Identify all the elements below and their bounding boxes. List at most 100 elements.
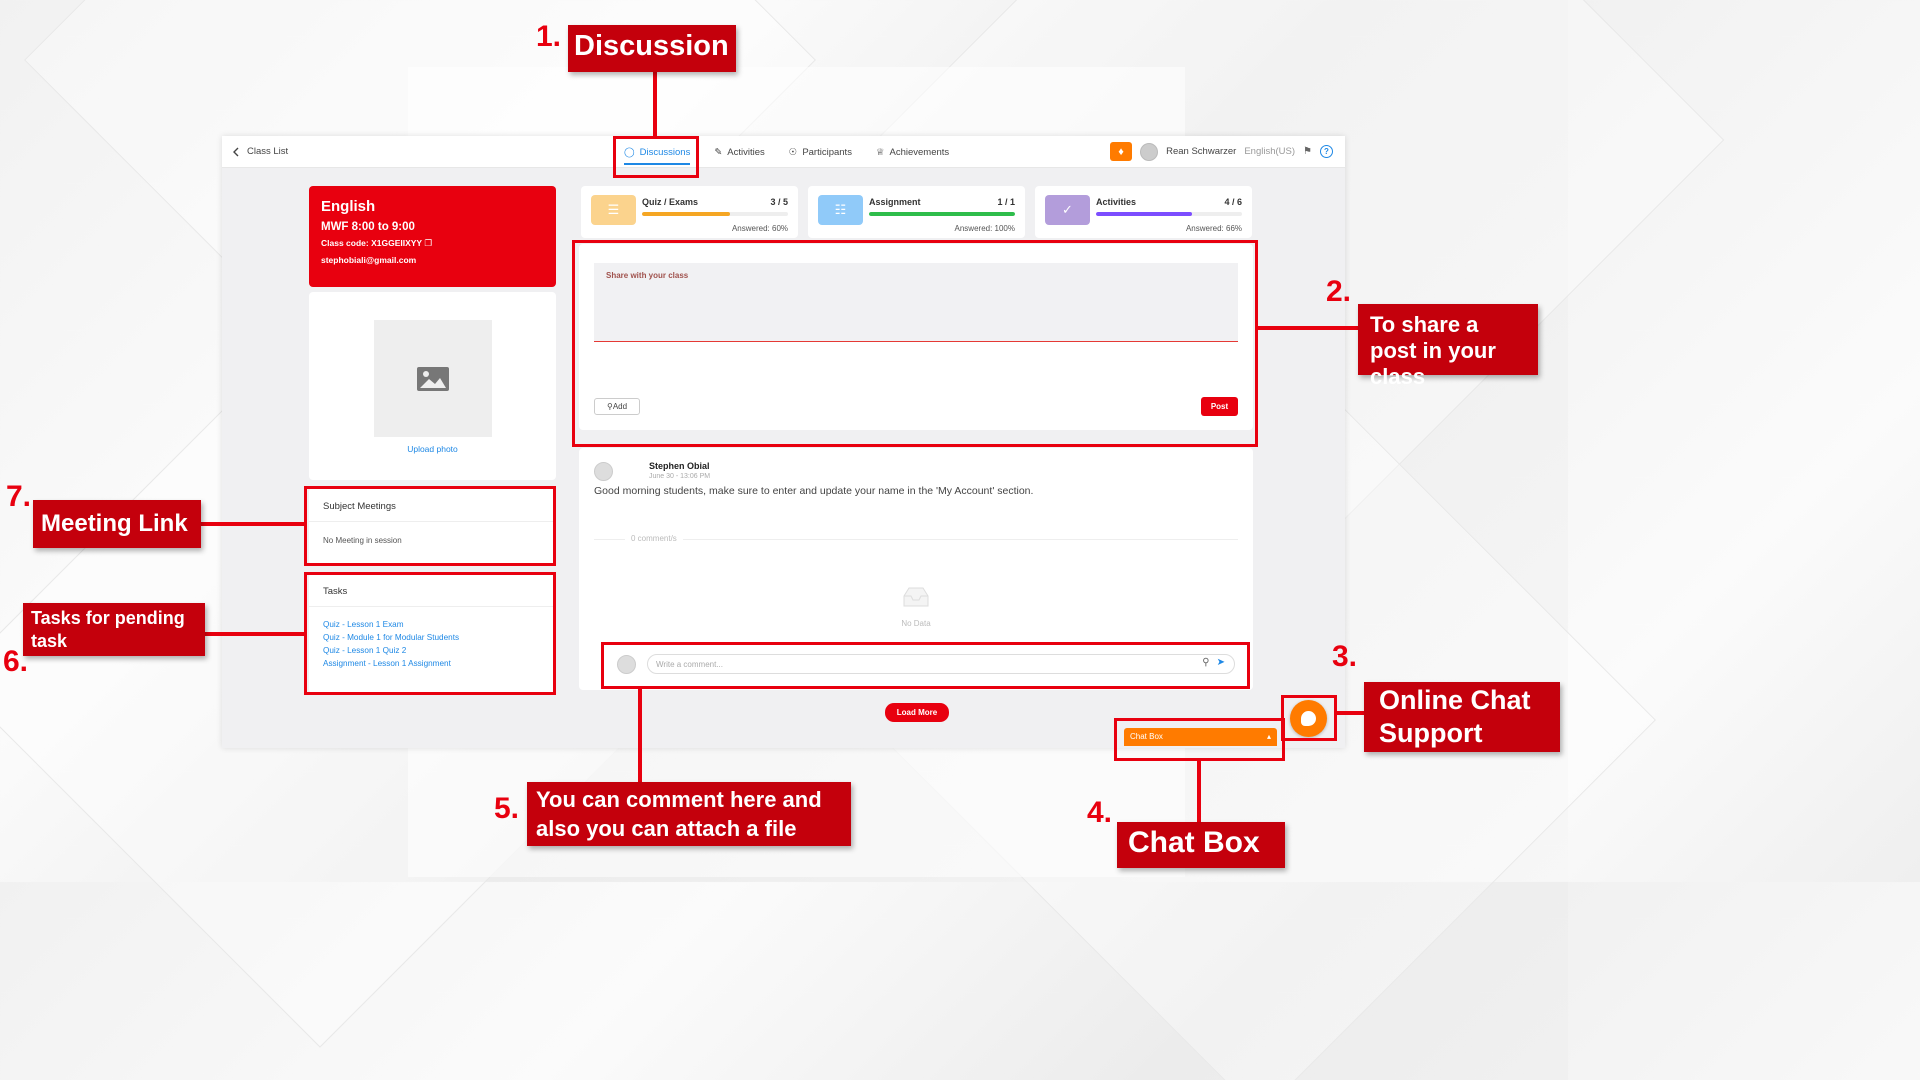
divider	[594, 539, 1238, 540]
author-avatar	[594, 462, 613, 481]
task-link[interactable]: Quiz - Lesson 1 Exam	[323, 620, 542, 629]
add-label: Add	[612, 402, 628, 411]
online-chat-support-button[interactable]	[1290, 700, 1327, 737]
stat-card-activities[interactable]: ✓ Activities 4 / 6 Answered: 66%	[1035, 186, 1252, 238]
load-more-button[interactable]: Load More	[885, 703, 949, 722]
connector-line	[1256, 326, 1358, 330]
annotation-label: To share a post in your class	[1358, 304, 1538, 389]
connector-line	[1197, 760, 1201, 822]
tasks-card: Tasks Quiz - Lesson 1 Exam Quiz - Module…	[309, 573, 556, 693]
trophy-icon: ♕	[875, 146, 885, 158]
post-author: Stephen Obial	[649, 461, 710, 471]
post-composer: ⚲Add Post	[579, 244, 1253, 430]
upload-photo-link[interactable]: Upload photo	[309, 444, 556, 454]
task-link[interactable]: Quiz - Module 1 for Modular Students	[323, 633, 542, 642]
send-icon[interactable]: ➤	[1217, 657, 1225, 668]
chat-bubble-icon	[1301, 711, 1316, 726]
commenter-avatar	[617, 655, 636, 674]
stat-progress	[869, 212, 1015, 216]
class-code: Class code: X1GGEIIXYY ❐	[321, 238, 544, 249]
chat-box-bar[interactable]: Chat Box ▴	[1124, 728, 1277, 746]
chevron-left-icon	[233, 147, 239, 156]
back-label: Class List	[247, 146, 289, 157]
stat-title: Assignment	[869, 197, 921, 207]
bell-icon[interactable]: ♦	[1110, 142, 1133, 161]
annotation-label: Tasks for pending task	[23, 603, 205, 656]
class-info-card: English MWF 8:00 to 9:00 Class code: X1G…	[309, 186, 556, 287]
tab-label: Participants	[802, 146, 852, 158]
annotation-label: Chat Box	[1117, 822, 1285, 868]
stat-card-quiz[interactable]: ☰ Quiz / Exams 3 / 5 Answered: 60%	[581, 186, 798, 238]
class-code-text: Class code: X1GGEIIXYY	[321, 238, 422, 248]
post-feed: Stephen Obial June 30 - 13:06 PM Good mo…	[579, 448, 1253, 690]
connector-line	[653, 70, 657, 137]
people-icon: ☉	[788, 146, 798, 158]
tab-bar: ◯ Discussions ✎ Activities ☉ Participant…	[620, 136, 953, 168]
top-bar-right: ♦ Rean Schwarzer English(US) ⚑ ?	[1110, 142, 1333, 161]
back-to-class-list[interactable]: Class List	[232, 146, 288, 157]
stat-answered: Answered: 66%	[1185, 224, 1242, 233]
add-attachment-button[interactable]: ⚲Add	[594, 398, 640, 415]
meetings-title: Subject Meetings	[309, 488, 556, 522]
tab-label: Achievements	[889, 146, 950, 158]
annotation-number: 7.	[6, 480, 32, 513]
stat-progress	[642, 212, 788, 216]
comment-row: ⚲ ➤	[617, 653, 1241, 675]
copy-icon[interactable]: ❐	[424, 238, 432, 248]
user-avatar[interactable]	[1140, 142, 1159, 161]
paperclip-icon[interactable]: ⚲	[1202, 657, 1209, 668]
task-link[interactable]: Assignment - Lesson 1 Assignment	[323, 659, 542, 668]
stat-progress-fill	[869, 212, 1015, 216]
tab-participants[interactable]: ☉ Participants	[785, 136, 856, 168]
stat-count: 3 / 5	[770, 197, 788, 207]
chat-box-label: Chat Box	[1130, 732, 1163, 741]
connector-line	[205, 632, 305, 636]
no-data-state: No Data	[579, 586, 1253, 628]
stat-card-assignment[interactable]: ☷ Assignment 1 / 1 Answered: 100%	[808, 186, 1025, 238]
subject-meetings-card: Subject Meetings No Meeting in session	[309, 488, 556, 565]
annotation-number: 4.	[1087, 796, 1113, 829]
comment-actions: ⚲ ➤	[1202, 657, 1225, 668]
flag-icon[interactable]: ⚑	[1303, 146, 1312, 157]
stat-answered: Answered: 100%	[954, 224, 1015, 233]
connector-line	[1336, 711, 1364, 715]
top-bar: Class List ◯ Discussions ✎ Activities ☉ …	[222, 136, 1345, 168]
post-body: Good morning students, make sure to ente…	[594, 485, 1034, 497]
stat-progress-fill	[642, 212, 730, 216]
tasks-title: Tasks	[309, 573, 556, 607]
annotation-number: 5.	[494, 792, 520, 825]
annotation-label: You can comment here and also you can at…	[527, 782, 851, 846]
task-link[interactable]: Quiz - Lesson 1 Quiz 2	[323, 646, 542, 655]
image-icon	[417, 366, 449, 391]
chat-icon: ◯	[624, 146, 635, 158]
connector-line	[200, 522, 305, 526]
stat-progress-fill	[1096, 212, 1193, 216]
class-schedule: MWF 8:00 to 9:00	[321, 221, 415, 233]
tab-label: Discussions	[639, 146, 691, 158]
app-window: Class List ◯ Discussions ✎ Activities ☉ …	[222, 136, 1345, 748]
stat-count: 1 / 1	[997, 197, 1015, 207]
user-name[interactable]: Rean Schwarzer	[1166, 146, 1236, 157]
annotation-label: Online Chat Support	[1364, 682, 1560, 752]
class-email: stephobiali@gmail.com	[321, 255, 417, 265]
comment-count[interactable]: 0 comment/s	[625, 534, 683, 543]
stat-answered: Answered: 60%	[731, 224, 788, 233]
post-timestamp: June 30 - 13:06 PM	[649, 473, 711, 480]
connector-line	[638, 688, 642, 784]
tab-activities[interactable]: ✎ Activities	[710, 136, 768, 168]
class-photo-card: Upload photo	[309, 292, 556, 480]
annotation-number: 3.	[1332, 640, 1358, 673]
tab-label: Activities	[727, 146, 765, 158]
meetings-empty: No Meeting in session	[323, 536, 402, 545]
stat-title: Quiz / Exams	[642, 197, 699, 207]
tab-achievements[interactable]: ♕ Achievements	[872, 136, 953, 168]
assignment-icon: ☷	[818, 195, 863, 225]
task-list: Quiz - Lesson 1 Exam Quiz - Module 1 for…	[309, 607, 556, 668]
share-post-input[interactable]	[594, 263, 1238, 342]
language-selector[interactable]: English(US)	[1244, 146, 1295, 157]
class-name: English	[321, 198, 376, 215]
help-icon[interactable]: ?	[1320, 145, 1333, 158]
comment-input[interactable]	[647, 654, 1235, 674]
post-button[interactable]: Post	[1201, 397, 1238, 416]
tab-discussions[interactable]: ◯ Discussions	[620, 136, 694, 168]
